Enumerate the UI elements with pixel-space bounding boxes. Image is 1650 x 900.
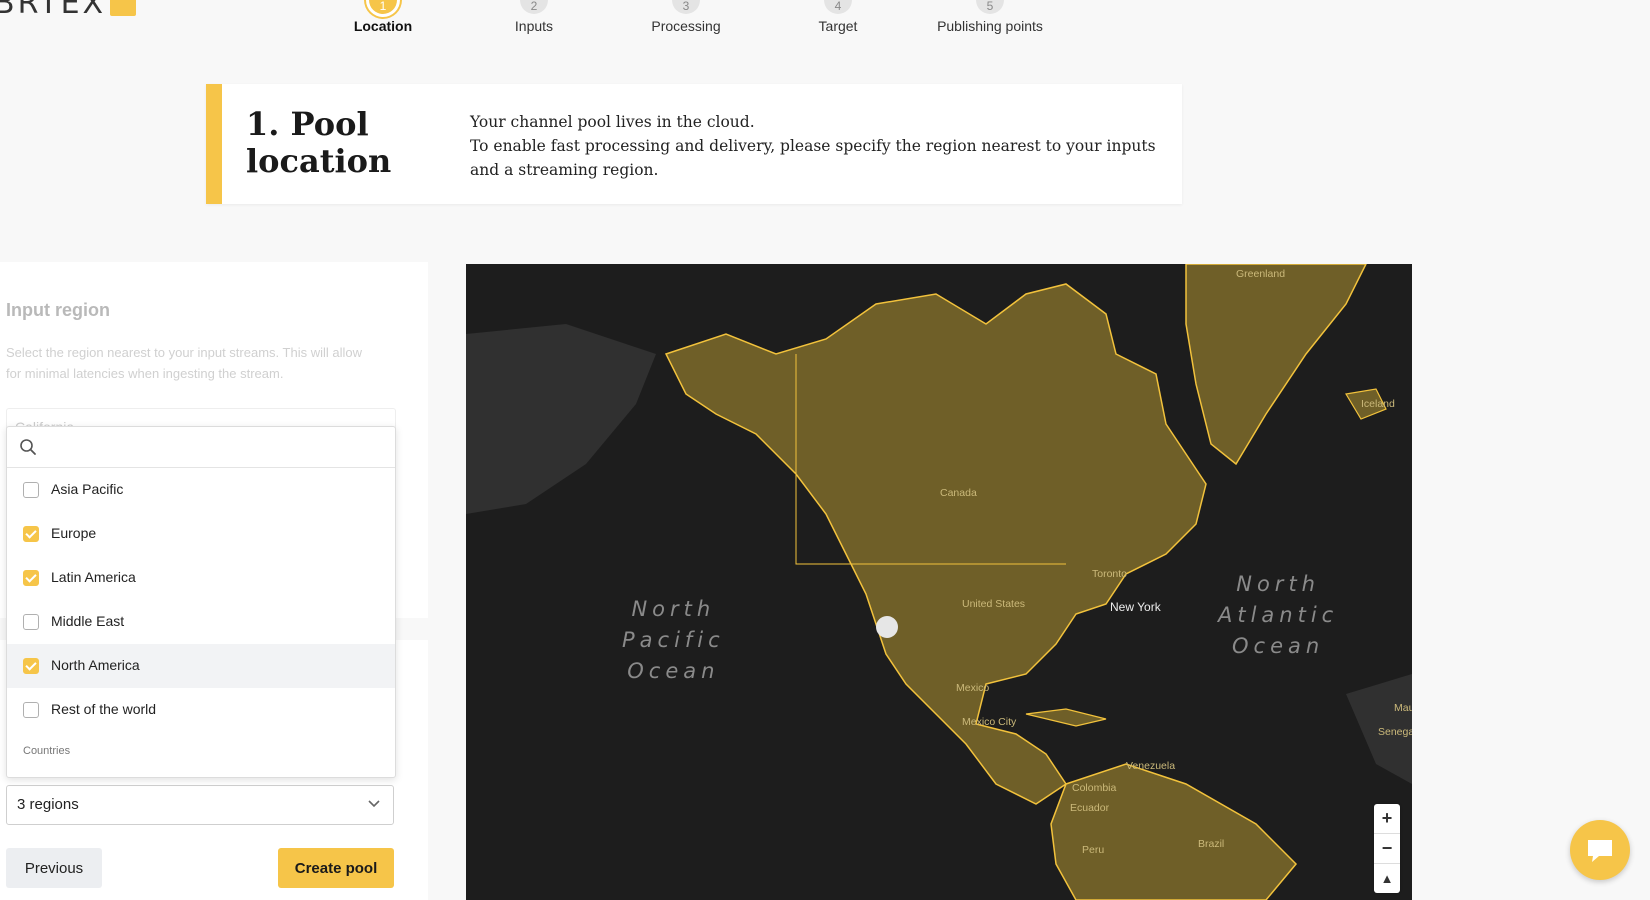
intro-card: 1. Pool location Your channel pool lives… (206, 84, 1182, 204)
step-location[interactable]: 1 Location (308, 0, 458, 34)
wizard-steps: 1 Location 2 Inputs 3 Processing 4 Targe… (320, 0, 1100, 60)
page-title: 1. Pool location (246, 105, 392, 180)
option-latin-america[interactable]: Latin America (7, 556, 395, 600)
map-label-new-york: New York (1110, 600, 1161, 614)
region-map[interactable]: North Pacific Ocean North Atlantic Ocean… (466, 264, 1412, 900)
logo-text: BRTEX (0, 0, 107, 21)
option-asia-pacific[interactable]: Asia Pacific (7, 468, 395, 512)
map-label-mauritania: Mau (1394, 702, 1412, 714)
checkbox[interactable] (23, 702, 39, 718)
step-label: Processing (651, 18, 721, 34)
option-rest-of-world[interactable]: Rest of the world (7, 688, 395, 732)
step-number: 2 (520, 0, 548, 14)
step-target[interactable]: 4 Target (763, 0, 913, 34)
map-label-ecuador: Ecuador (1070, 802, 1110, 814)
step-label: Publishing points (937, 18, 1043, 34)
zoom-out-button[interactable]: − (1374, 834, 1400, 864)
step-label: Location (353, 18, 413, 34)
brand-logo: BRTEX (0, 0, 137, 21)
map-label-senegal: Senega (1378, 726, 1412, 738)
create-pool-button[interactable]: Create pool (278, 848, 394, 888)
ocean-label-north-pacific: North Pacific Ocean (622, 597, 725, 683)
map-label-canada: Canada (940, 487, 977, 499)
map-label-mexico-city: Mexico City (962, 716, 1017, 728)
step-label: Inputs (514, 18, 554, 34)
step-processing[interactable]: 3 Processing (611, 0, 761, 34)
ocean-label-north-atlantic: North Atlantic Ocean (1218, 572, 1339, 658)
step-inputs[interactable]: 2 Inputs (459, 0, 609, 34)
region-dropdown: Asia Pacific Europe Latin America Middle… (6, 426, 396, 778)
map-label-colombia: Colombia (1072, 782, 1117, 794)
compass-button[interactable]: ▲ (1374, 864, 1400, 893)
checkbox[interactable] (23, 482, 39, 498)
map-label-greenland: Greenland (1236, 268, 1286, 280)
streaming-region-select[interactable]: 3 regions (6, 785, 394, 825)
north-america-land (664, 283, 1207, 805)
map-label-mexico: Mexico (956, 682, 990, 694)
map-label-toronto: Toronto (1092, 568, 1128, 580)
checkbox[interactable] (23, 658, 39, 674)
input-region-title: Input region (6, 300, 110, 320)
checkbox[interactable] (23, 614, 39, 630)
accent-bar (206, 84, 222, 204)
checkbox[interactable] (23, 526, 39, 542)
map-label-venezuela: Venezuela (1126, 760, 1176, 772)
search-icon (20, 439, 36, 455)
option-middle-east[interactable]: Middle East (7, 600, 395, 644)
step-publishing-points[interactable]: 5 Publishing points (915, 0, 1065, 34)
option-europe[interactable]: Europe (7, 512, 395, 556)
step-number: 4 (824, 0, 852, 14)
step-number: 1 (369, 0, 397, 14)
chat-bubble-icon (1588, 840, 1612, 862)
map-label-peru: Peru (1082, 844, 1105, 856)
map-label-iceland: Iceland (1361, 398, 1395, 410)
chevron-down-icon (368, 800, 380, 808)
option-north-america[interactable]: North America (7, 644, 395, 688)
logo-badge-icon (110, 0, 137, 16)
group-label: Countries (23, 745, 71, 757)
map-label-brazil: Brazil (1198, 838, 1225, 850)
step-number: 5 (976, 0, 1004, 14)
checkbox[interactable] (23, 570, 39, 586)
caribbean-land (1025, 708, 1107, 727)
step-number: 3 (672, 0, 700, 14)
input-region-help: Select the region nearest to your input … (6, 345, 362, 381)
intro-description: Your channel pool lives in the cloud. To… (470, 113, 1156, 179)
map-label-united-states: United States (962, 598, 1026, 610)
location-marker[interactable] (876, 616, 898, 638)
zoom-controls: + − ▲ (1374, 804, 1400, 893)
search-input[interactable] (47, 435, 381, 461)
zoom-in-button[interactable]: + (1374, 804, 1400, 834)
chat-button[interactable] (1570, 820, 1630, 880)
step-label: Target (818, 18, 858, 34)
greenland-land (1185, 264, 1367, 466)
previous-button[interactable]: Previous (6, 848, 102, 888)
dropdown-search (7, 427, 395, 468)
